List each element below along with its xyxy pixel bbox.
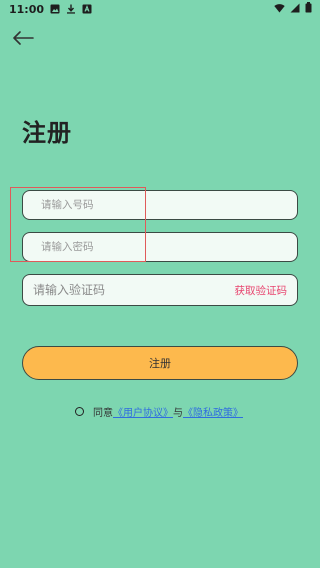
status-time: 11:00 (9, 2, 45, 16)
register-button-label: 注册 (149, 357, 171, 370)
wifi-icon (274, 3, 285, 16)
phone-field[interactable] (22, 190, 298, 220)
password-field[interactable] (22, 232, 298, 262)
register-button[interactable]: 注册 (22, 346, 298, 380)
user-agreement-link[interactable]: 《用户协议》 (113, 404, 173, 419)
arrow-left-icon (12, 30, 34, 49)
status-right (274, 2, 320, 16)
signal-icon (290, 3, 300, 16)
agree-radio[interactable] (75, 406, 84, 416)
battery-icon (305, 2, 312, 16)
phone-input[interactable] (23, 199, 297, 211)
download-icon (66, 4, 76, 14)
password-input[interactable] (23, 241, 297, 253)
status-left: 11:00 (0, 3, 92, 16)
image-notification-icon (50, 4, 60, 14)
privacy-policy-link[interactable]: 《隐私政策》 (183, 404, 243, 419)
verification-code-field[interactable]: 获取验证码 (22, 274, 298, 306)
agree-conjunction: 与 (173, 407, 183, 419)
status-bar: 11:00 (0, 0, 320, 18)
page-title: 注册 (22, 119, 72, 147)
get-code-button[interactable]: 获取验证码 (235, 283, 288, 298)
agreement-row: 同意 《用户协议》 与 《隐私政策》 (75, 404, 243, 419)
app-notification-icon (82, 4, 92, 14)
back-button[interactable] (10, 28, 36, 50)
agree-prefix: 同意 (93, 407, 113, 419)
